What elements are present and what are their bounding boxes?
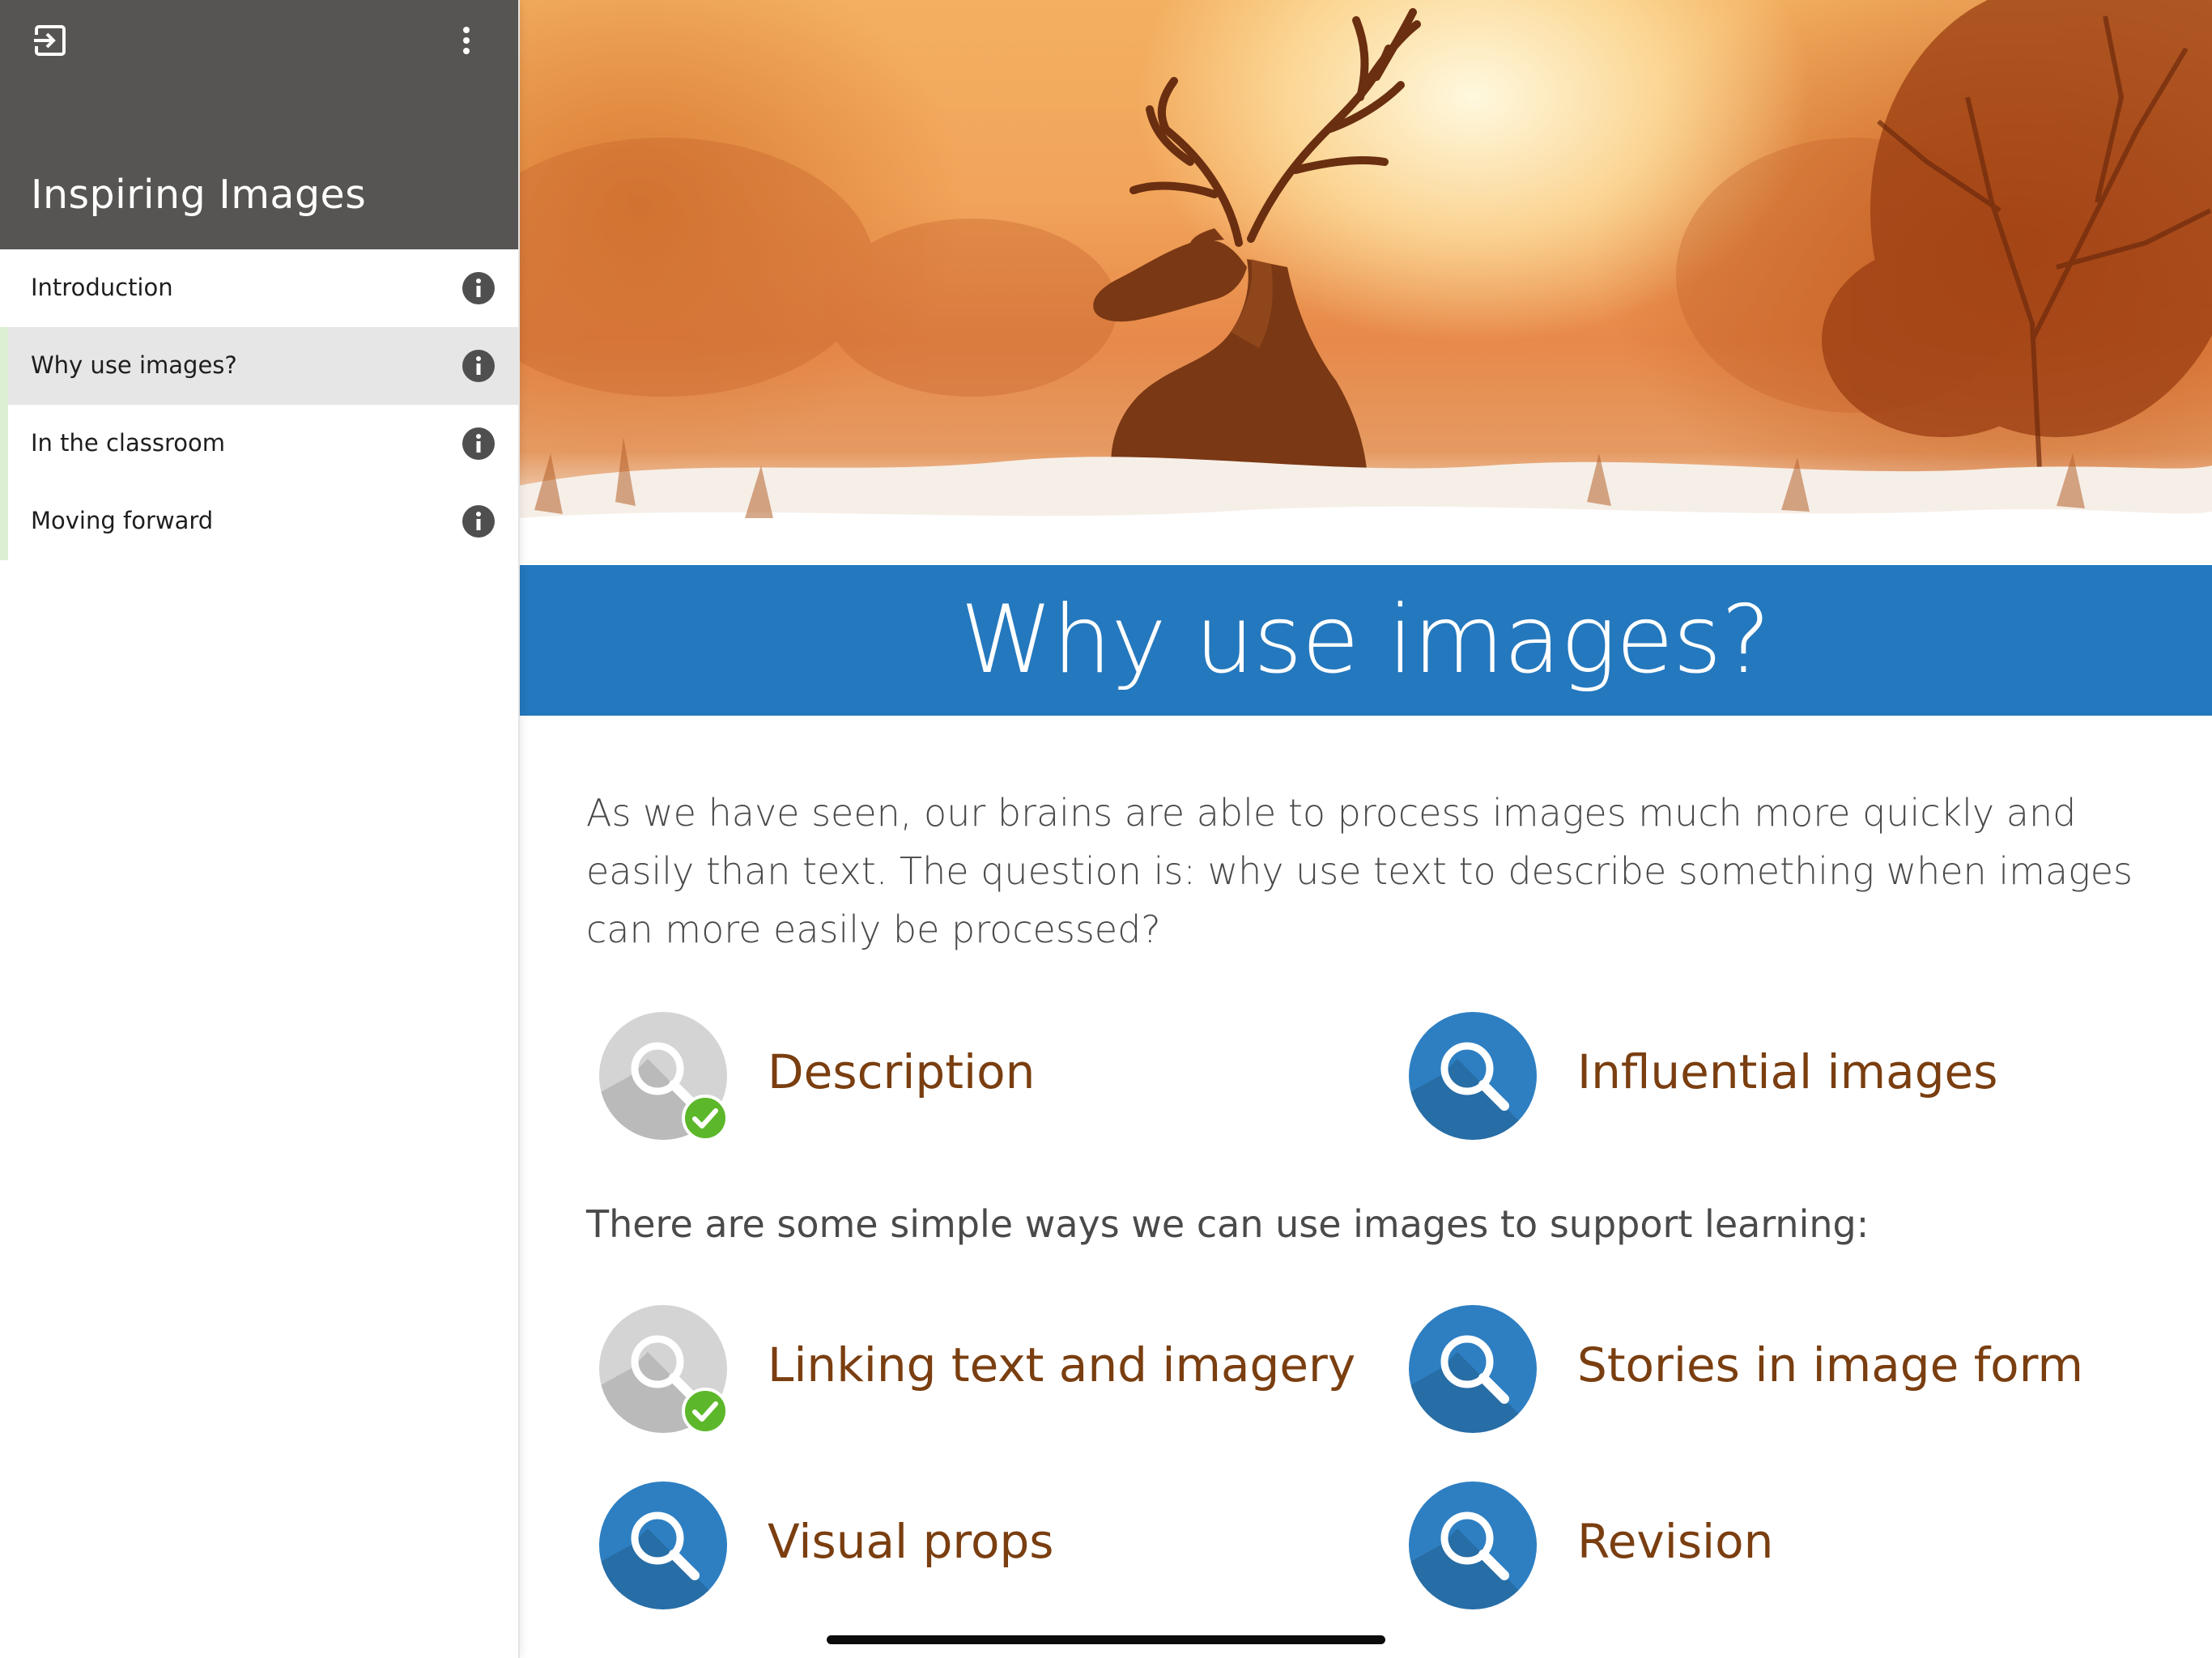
topic-influential-images[interactable]: Influential images [1409, 1012, 2138, 1141]
sidebar-item-label: Why use images? [31, 351, 237, 379]
info-icon[interactable] [462, 350, 495, 382]
info-icon[interactable] [462, 272, 495, 304]
sidebar-item-why-use-images[interactable]: Why use images? [0, 327, 518, 405]
main-content: Why use images? As we have seen, our bra… [518, 0, 2212, 1658]
sidebar-item-label: In the classroom [31, 429, 225, 457]
sidebar-item-introduction[interactable]: Introduction [0, 249, 518, 327]
course-title: Inspiring Images [31, 172, 367, 218]
sidebar-header: Inspiring Images [0, 0, 518, 249]
intro-paragraph: As we have seen, our brains are able to … [586, 791, 2133, 951]
home-indicator[interactable] [827, 1635, 1385, 1644]
sub-intro-paragraph: There are some simple ways we can use im… [586, 1202, 1870, 1246]
topic-linking-text-and-imagery[interactable]: Linking text and imagery [599, 1305, 1355, 1435]
magnifier-icon [1409, 1482, 1537, 1609]
sidebar-menu: Introduction Why use images? In the clas… [0, 249, 518, 560]
hero-image [518, 0, 2212, 565]
sidebar-item-label: Introduction [31, 274, 173, 301]
page-title: Why use images? [959, 585, 1771, 695]
magnifier-icon [1409, 1012, 1537, 1140]
topic-label: Revision [1577, 1514, 1774, 1569]
topic-visual-props[interactable]: Visual props [599, 1482, 1328, 1611]
sidebar-item-in-the-classroom[interactable]: In the classroom [0, 405, 518, 483]
exit-icon[interactable] [32, 23, 68, 58]
more-vertical-icon[interactable] [453, 23, 479, 58]
sidebar-item-moving-forward[interactable]: Moving forward [0, 483, 518, 560]
checkmark-icon [682, 1388, 729, 1435]
info-icon[interactable] [462, 427, 495, 460]
topic-label: Visual props [768, 1514, 1054, 1569]
magnifier-icon [599, 1482, 727, 1609]
magnifier-icon [1409, 1305, 1537, 1433]
topic-label: Description [768, 1044, 1036, 1099]
topic-label: Linking text and imagery [768, 1337, 1356, 1392]
sidebar: Inspiring Images Introduction Why use im… [0, 0, 520, 1658]
topic-revision[interactable]: Revision [1409, 1482, 2138, 1611]
topic-description[interactable]: Description [599, 1012, 1328, 1141]
sidebar-item-label: Moving forward [31, 507, 214, 534]
section-banner: Why use images? [518, 565, 2212, 716]
topic-label: Influential images [1577, 1044, 1998, 1099]
checkmark-icon [682, 1095, 729, 1141]
topic-stories-in-image-form[interactable]: Stories in image form [1409, 1305, 2138, 1435]
info-icon[interactable] [462, 505, 495, 538]
topic-label: Stories in image form [1577, 1337, 2083, 1392]
